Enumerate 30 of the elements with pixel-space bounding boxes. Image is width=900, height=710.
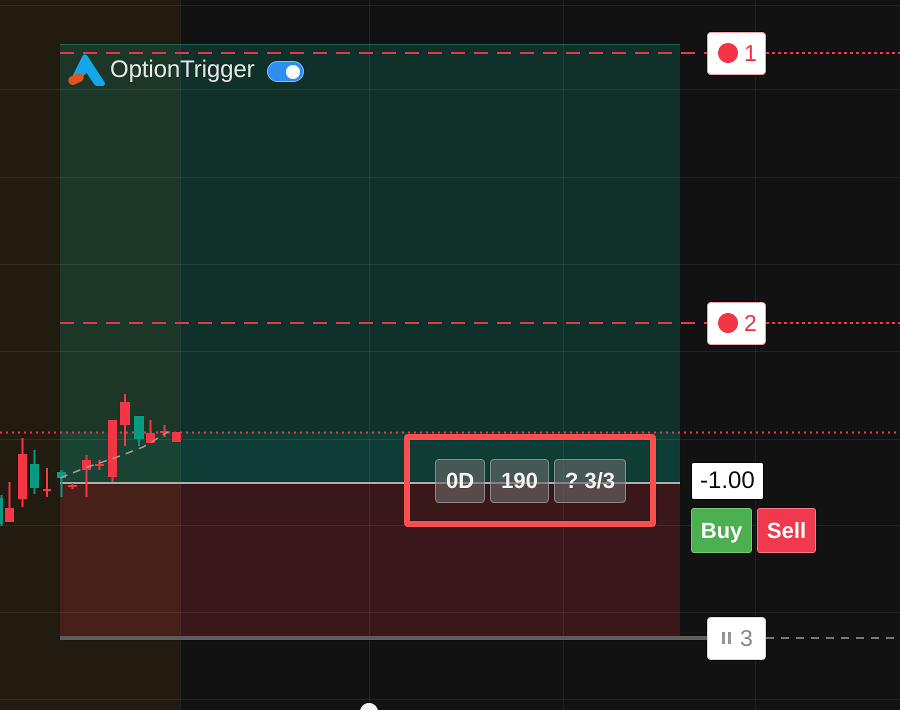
logo-icon xyxy=(67,53,106,87)
pause-icon xyxy=(722,632,731,644)
candlestick xyxy=(120,394,130,446)
order-chip[interactable]: 190 xyxy=(490,459,549,503)
dot-icon xyxy=(718,313,738,333)
level-tag[interactable]: 3 xyxy=(707,616,766,660)
buy-button[interactable]: Buy xyxy=(691,508,752,553)
candlestick xyxy=(57,470,66,497)
quantity-field[interactable]: -1.00 xyxy=(692,463,763,499)
candlestick xyxy=(82,455,91,497)
candlestick xyxy=(18,438,27,507)
candlestick xyxy=(108,420,117,482)
candlestick xyxy=(0,495,3,526)
toggle-switch[interactable] xyxy=(266,61,304,82)
candlestick xyxy=(160,425,169,437)
candlestick xyxy=(172,432,181,442)
candlestick xyxy=(5,482,14,522)
order-chip[interactable]: 0D xyxy=(435,459,486,503)
candlestick xyxy=(134,416,144,446)
candlestick xyxy=(43,468,51,497)
brand-name: OptionTrigger xyxy=(110,58,255,82)
sell-button[interactable]: Sell xyxy=(757,508,816,553)
level-tag[interactable]: 1 xyxy=(707,32,766,74)
circle-icon[interactable] xyxy=(360,703,378,710)
candlestick xyxy=(95,460,104,470)
dot-icon xyxy=(718,43,738,63)
order-chip[interactable]: ? 3/3 xyxy=(554,459,626,503)
candlestick xyxy=(30,450,39,494)
level-tag[interactable]: 2 xyxy=(707,302,766,344)
candlestick xyxy=(146,420,155,443)
